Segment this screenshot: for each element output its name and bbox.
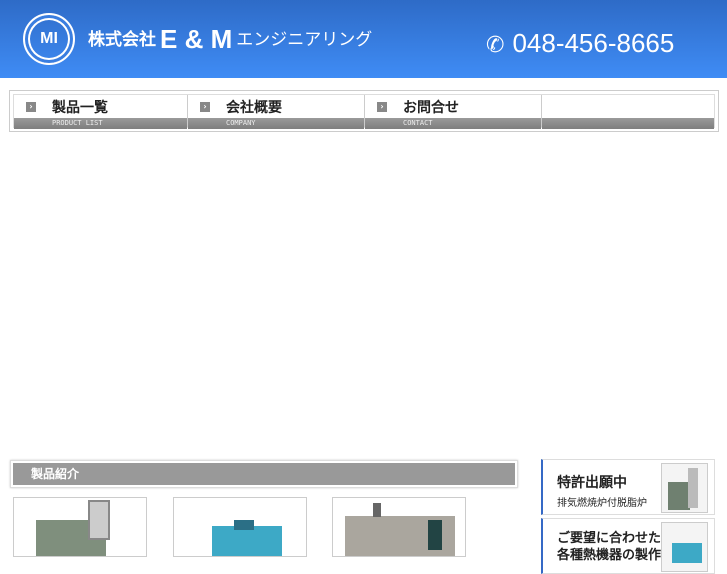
product-card[interactable] — [332, 497, 466, 557]
banner-custom-order[interactable]: ご要望に合わせた 各種熱機器の製作 — [541, 518, 715, 574]
section-title: 製品紹介 — [13, 463, 515, 485]
banner-thumbnail — [661, 463, 708, 513]
products-section-heading: 製品紹介 — [10, 460, 518, 488]
nav-label: お問合せ — [403, 99, 459, 116]
product-card[interactable] — [13, 497, 147, 557]
phone-text: 048-456-8665 — [512, 28, 675, 58]
phone-icon: ✆ — [486, 32, 505, 57]
nav-label: 製品一覧 — [52, 99, 108, 116]
nav-contact[interactable]: › お問合せ CONTACT — [365, 95, 542, 129]
banner-subtitle: 排気燃焼炉付脱脂炉 — [557, 498, 647, 509]
arrow-right-icon: › — [200, 101, 210, 112]
arrow-right-icon: › — [377, 101, 387, 112]
banner-patent-pending[interactable]: 特許出願中 排気燃焼炉付脱脂炉 — [541, 459, 715, 515]
nav-sublabel: CONTACT — [365, 118, 541, 129]
site-header: MI 株式会社 E & M エンジニアリング ✆ 048-456-8665 — [0, 0, 727, 78]
arrow-right-icon: › — [26, 101, 36, 112]
company-suffix: エンジニアリング — [236, 30, 373, 50]
banner-subtitle: 各種熱機器の製作 — [557, 548, 662, 563]
company-main-name: E & M — [160, 24, 233, 54]
nav-empty — [542, 95, 714, 129]
company-prefix: 株式会社 — [88, 30, 156, 50]
company-logo[interactable]: MI — [23, 13, 75, 65]
nav-label: 会社概要 — [226, 99, 282, 116]
banner-title: 特許出願中 — [557, 475, 627, 491]
nav-product-list[interactable]: › 製品一覧 PRODUCT LIST — [14, 95, 188, 129]
product-card[interactable] — [173, 497, 307, 557]
phone-number: ✆ 048-456-8665 — [486, 28, 674, 59]
nav-sublabel: COMPANY — [188, 118, 364, 129]
banner-thumbnail — [661, 522, 708, 572]
nav-company[interactable]: › 会社概要 COMPANY — [188, 95, 365, 129]
main-nav: › 製品一覧 PRODUCT LIST › 会社概要 COMPANY › お問合せ CONT… — [9, 90, 719, 132]
logo-text: MI — [40, 30, 58, 47]
company-name: 株式会社 E & M エンジニアリング — [88, 24, 372, 55]
nav-sublabel: PRODUCT LIST — [14, 118, 187, 129]
